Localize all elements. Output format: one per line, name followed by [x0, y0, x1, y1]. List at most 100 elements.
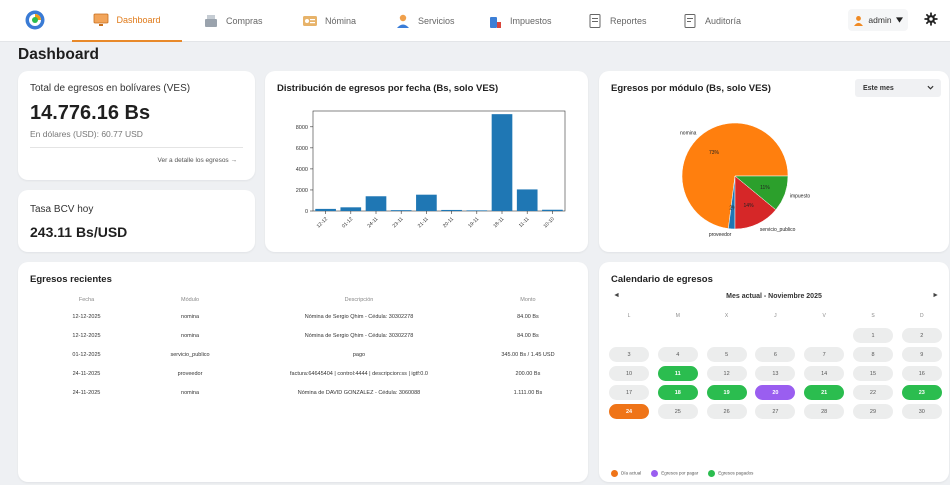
calendar-blank — [804, 328, 844, 343]
x-tick-label: 10-10 — [543, 216, 556, 229]
calendar-day[interactable]: 8 — [852, 347, 893, 362]
table-cell: proveedor — [177, 370, 203, 377]
bar — [416, 194, 437, 211]
audit-icon — [684, 14, 696, 28]
calendar-day[interactable]: 24 — [609, 404, 649, 419]
calendar-grid: L M X J V S D 1 2 3 4 5 6 7 8 9 10 11 12 13 14 15 16 17 18 19 20 21… — [609, 308, 942, 419]
period-select-value: Este mes — [863, 84, 894, 92]
next-month-button[interactable]: ► — [932, 292, 939, 299]
calendar-day[interactable]: 25 — [657, 404, 698, 419]
table-cell: factura:64645404 | control:4444 | descri… — [290, 370, 428, 377]
calendar-day[interactable]: 21 — [804, 385, 845, 400]
legend-label: Egresos por pagar — [661, 470, 699, 476]
pie-slice-label: nomina — [680, 130, 697, 136]
calendar-legend: Día actual Egresos por pagar Egresos pag… — [611, 470, 753, 477]
nav-item-servicios[interactable]: Servicios — [395, 0, 455, 42]
gear-icon[interactable] — [924, 12, 938, 26]
service-person-icon — [397, 14, 409, 28]
legend-item-pending: Egresos por pagar — [651, 470, 698, 477]
legend-item-paid: Egresos pagados — [708, 470, 753, 477]
y-tick-label: 4000 — [296, 167, 308, 173]
legend-label: Egresos pagados — [718, 470, 754, 476]
pie-slice-label: servicio_publico — [760, 227, 796, 233]
calendar-day[interactable]: 5 — [706, 347, 747, 362]
table-cell: 84.00 Bs — [517, 332, 539, 339]
cash-register-icon — [205, 15, 217, 27]
payroll-card-icon — [303, 16, 317, 26]
calendar-day[interactable]: 20 — [755, 385, 796, 400]
table-cell: 345.00 Bs / 1.45 USD — [501, 351, 555, 358]
calendar-day[interactable]: 2 — [901, 328, 942, 343]
period-select[interactable]: Este mes — [855, 79, 941, 97]
nav-item-impuestos[interactable]: Impuestos — [487, 0, 552, 42]
calendar-day[interactable]: 19 — [706, 385, 747, 400]
distribution-bar-chart: 0 2000 4000 6000 8000 12-12 01-12 24-11 23-11 21-… — [296, 110, 566, 229]
calendar-blank — [658, 328, 698, 343]
nav-item-reportes[interactable]: Reportes — [587, 0, 647, 42]
y-tick-label: 8000 — [296, 125, 308, 131]
distribution-title: Distribución de egresos por fecha (Bs, s… — [277, 83, 499, 94]
calendar-day[interactable]: 9 — [901, 347, 942, 362]
page-title: Dashboard — [18, 46, 99, 63]
calendar-day[interactable]: 16 — [901, 366, 942, 381]
module-title: Egresos por módulo (Bs, solo VES) — [611, 83, 771, 94]
table-cell: 12-12-2025 — [72, 332, 101, 339]
nav-item-dashboard[interactable]: Dashboard — [72, 0, 182, 42]
bar — [441, 209, 462, 211]
calendar-day[interactable]: 29 — [852, 404, 893, 419]
calendar-day[interactable]: 14 — [804, 366, 845, 381]
calendar-day[interactable]: 23 — [901, 385, 942, 400]
calendar-day[interactable]: 13 — [755, 366, 796, 381]
module-chart-card: Egresos por módulo (Bs, solo VES) Este m… — [599, 71, 949, 252]
table-cell: 24-11-2025 — [72, 389, 101, 396]
calendar-day[interactable]: 15 — [852, 366, 893, 381]
nav-item-label: Servicios — [418, 16, 455, 26]
tasa-title: Tasa BCV hoy — [30, 204, 94, 215]
weekday-header: S — [871, 313, 875, 319]
legend-dot — [611, 470, 618, 477]
nav-item-nomina[interactable]: Nómina — [302, 0, 356, 42]
pie-pct-label: 73% — [709, 150, 720, 156]
ver-detalle-link[interactable]: Ver a detalle los egresos → — [158, 157, 238, 164]
calendar-blank — [755, 328, 795, 343]
table-cell: nomina — [181, 313, 200, 320]
calendar-day[interactable]: 30 — [901, 404, 942, 419]
calendar-day[interactable]: 18 — [657, 385, 698, 400]
weekday-header: V — [822, 313, 826, 319]
nav-item-compras[interactable]: Compras — [203, 0, 263, 42]
legend-dot — [651, 470, 659, 477]
legend-item-today: Día actual — [611, 470, 641, 477]
calendar-day[interactable]: 27 — [755, 404, 796, 419]
nav-item-auditoria[interactable]: Auditoría — [682, 0, 741, 42]
bar — [340, 207, 362, 211]
calendar-day[interactable]: 10 — [609, 366, 649, 381]
table-cell: 84.00 Bs — [517, 313, 539, 320]
user-menu-button[interactable]: admin — [848, 9, 908, 31]
table-row: 12-12-2025 nomina Nómina de Sergio Qhim … — [32, 326, 577, 345]
calendar-day[interactable]: 28 — [804, 404, 845, 419]
calendar-day[interactable]: 22 — [852, 385, 893, 400]
weekday-header: M — [675, 313, 680, 319]
x-tick-label: 01-12 — [341, 216, 354, 229]
total-title: Total de egresos en bolívares (VES) — [30, 83, 191, 94]
calendar-day[interactable]: 6 — [755, 347, 796, 362]
calendar-day[interactable]: 26 — [706, 404, 747, 419]
table-cell: 200.00 Bs — [515, 370, 541, 377]
total-egresos-card: Total de egresos en bolívares (VES) 14.7… — [18, 71, 255, 180]
calendar-day[interactable]: 17 — [609, 385, 649, 400]
calendar-day[interactable]: 11 — [657, 366, 698, 381]
calendar-blank — [707, 328, 747, 343]
divider — [30, 147, 243, 148]
weekday-header: J — [774, 313, 777, 319]
x-tick-label: 12-12 — [316, 216, 329, 229]
calendar-day[interactable]: 1 — [852, 328, 893, 343]
calendar-day[interactable]: 3 — [609, 347, 649, 362]
table-cell: 12-12-2025 — [72, 313, 101, 320]
calendar-title: Calendario de egresos — [611, 274, 713, 285]
app-logo-icon[interactable] — [24, 9, 46, 31]
table-row: 24-11-2025 proveedor factura:64645404 | … — [32, 364, 577, 383]
calendar-day[interactable]: 4 — [657, 347, 698, 362]
calendar-day[interactable]: 12 — [706, 366, 747, 381]
calendar-day[interactable]: 7 — [804, 347, 845, 362]
calendar-blank — [609, 328, 649, 343]
